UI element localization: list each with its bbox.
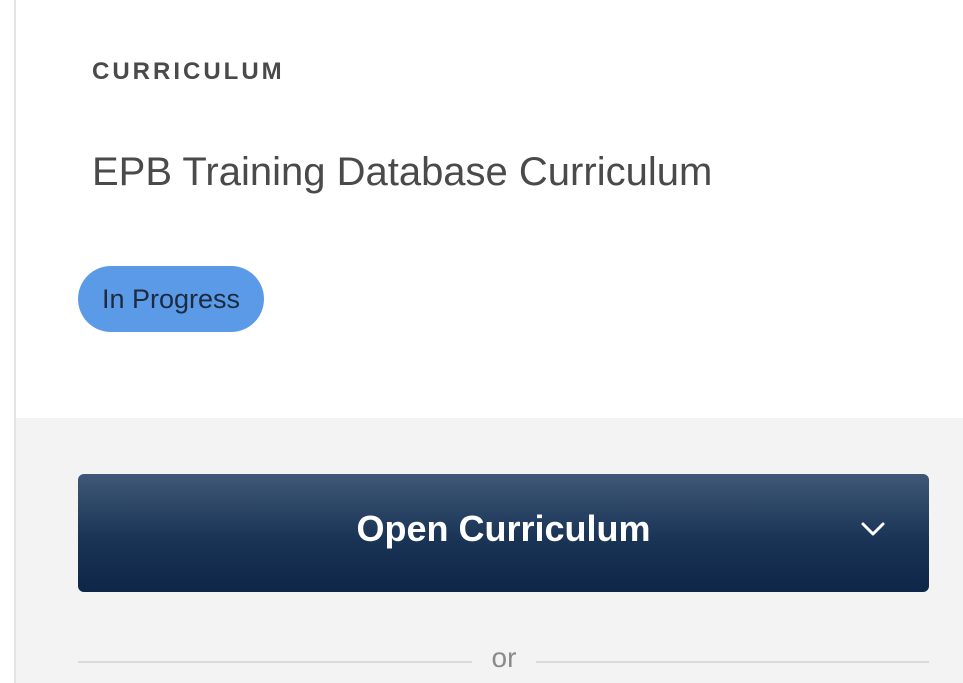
card-actions: Open Curriculum or — [16, 418, 963, 683]
curriculum-card: CURRICULUM EPB Training Database Curricu… — [0, 0, 963, 683]
card-header: CURRICULUM EPB Training Database Curricu… — [16, 0, 963, 418]
divider-line-left — [78, 661, 472, 663]
content-type-label: CURRICULUM — [92, 58, 285, 85]
open-curriculum-button-label: Open Curriculum — [356, 508, 651, 549]
curriculum-title: EPB Training Database Curriculum — [92, 150, 713, 194]
or-divider-text: or — [491, 642, 517, 673]
open-curriculum-button[interactable]: Open Curriculum — [78, 474, 929, 592]
status-badge: In Progress — [78, 266, 265, 332]
chevron-down-icon[interactable] — [858, 514, 888, 544]
divider-line-right — [536, 661, 929, 663]
